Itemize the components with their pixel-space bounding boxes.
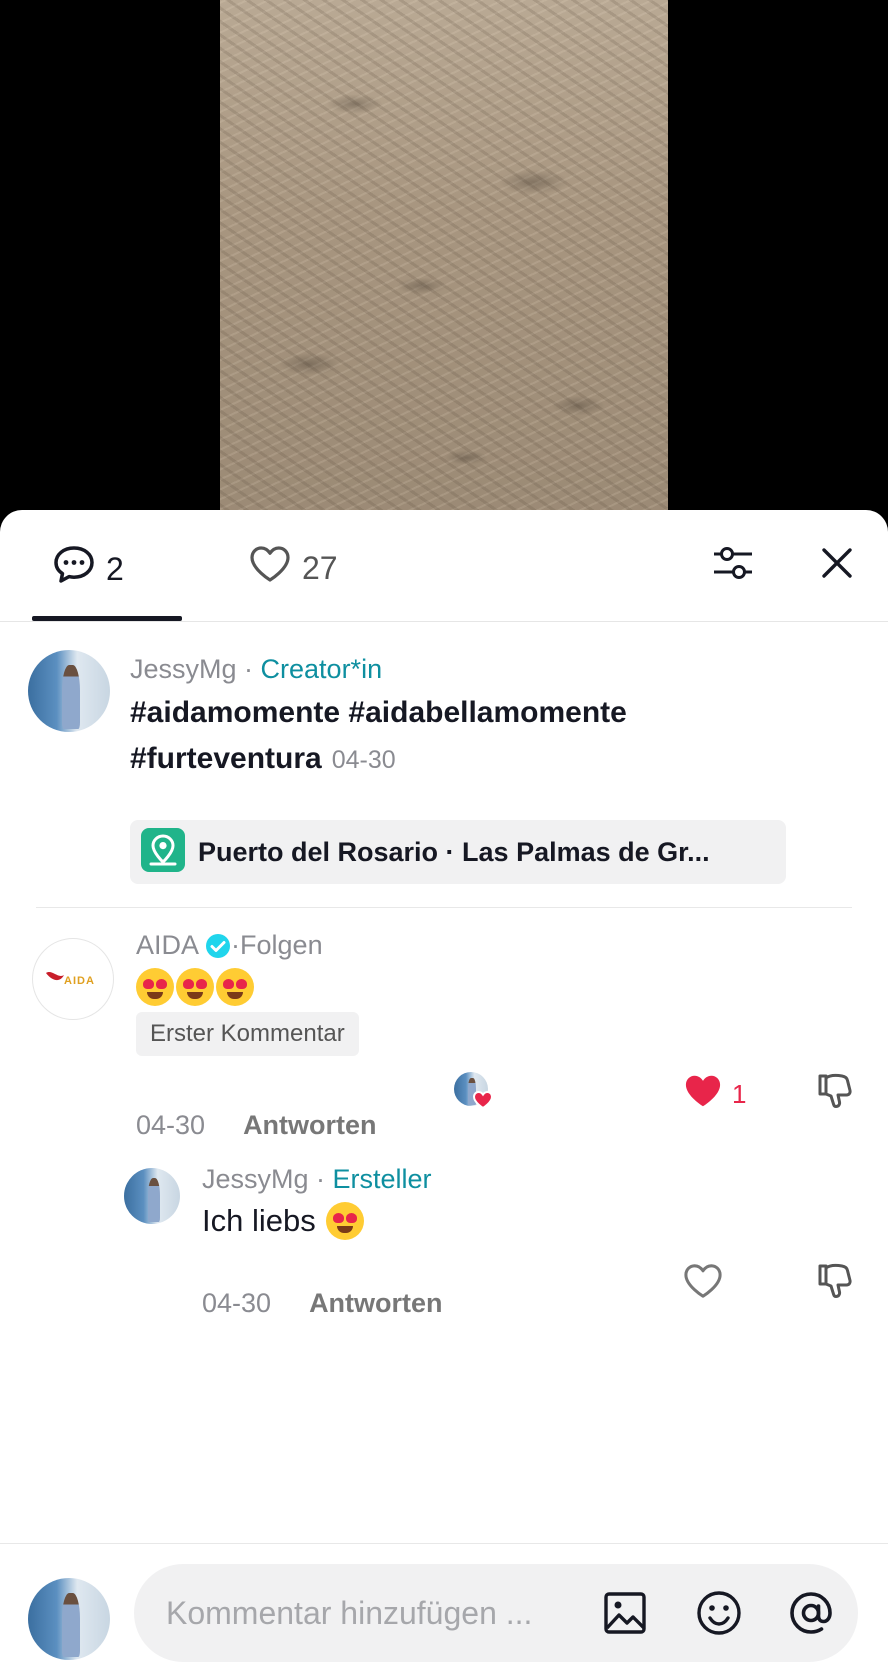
meta-separator: · bbox=[236, 654, 261, 684]
creator-liked-indicator bbox=[454, 1072, 494, 1112]
meta-separator: · bbox=[308, 1164, 333, 1194]
emoji-picker-button[interactable] bbox=[694, 1588, 744, 1638]
at-sign-icon bbox=[790, 1592, 832, 1634]
smiley-icon bbox=[697, 1591, 741, 1635]
sliders-icon bbox=[714, 547, 752, 579]
comment-input-pill bbox=[134, 1564, 858, 1662]
follow-button[interactable]: Folgen bbox=[240, 930, 323, 961]
tab-likes[interactable]: 27 bbox=[248, 544, 338, 592]
heart-outline-icon bbox=[248, 544, 292, 592]
image-picker-button[interactable] bbox=[600, 1588, 650, 1638]
comment-bubble-icon bbox=[52, 544, 96, 594]
creator-role-label: Creator*in bbox=[260, 654, 383, 684]
sheet-tabs: 2 27 bbox=[0, 510, 888, 622]
aida-like-button[interactable]: 1 bbox=[682, 1072, 746, 1117]
reply-author[interactable]: JessyMg bbox=[202, 1164, 309, 1194]
heart-outline-icon bbox=[684, 1264, 722, 1298]
caption-divider bbox=[36, 907, 852, 908]
heart-eyes-emoji bbox=[136, 968, 174, 1006]
comment-date: 04-30 bbox=[136, 1110, 206, 1140]
location-chip[interactable]: Puerto del Rosario · Las Palmas de Gr... bbox=[130, 820, 786, 884]
current-user-avatar[interactable] bbox=[28, 1578, 110, 1660]
aida-avatar[interactable]: AIDA bbox=[32, 938, 114, 1020]
heart-mini-icon bbox=[472, 1090, 494, 1115]
dislike-button[interactable] bbox=[814, 1070, 856, 1117]
mention-button[interactable] bbox=[786, 1588, 836, 1638]
reply-button[interactable]: Antworten bbox=[309, 1288, 442, 1319]
heart-eyes-emoji bbox=[325, 1202, 364, 1240]
dislike-button[interactable] bbox=[814, 1260, 856, 1307]
video-frame-sand bbox=[220, 0, 668, 520]
likes-count: 27 bbox=[302, 549, 338, 586]
comments-count: 2 bbox=[106, 550, 124, 587]
author-role-label: Ersteller bbox=[332, 1164, 432, 1194]
comment-input[interactable] bbox=[166, 1594, 576, 1632]
heart-eyes-emoji bbox=[216, 968, 254, 1006]
reply-button[interactable]: Antworten bbox=[243, 1110, 376, 1141]
aida-comment-actions: 04-30 Antworten bbox=[136, 1110, 377, 1141]
first-comment-badge: Erster Kommentar bbox=[136, 1012, 359, 1056]
aida-logo: AIDA bbox=[42, 965, 104, 994]
thumbs-down-icon bbox=[818, 1073, 852, 1108]
aida-logo-text: AIDA bbox=[64, 975, 95, 987]
reply-text: Ich liebs bbox=[202, 1202, 364, 1240]
location-label: Puerto del Rosario · Las Palmas de Gr... bbox=[198, 836, 710, 867]
image-icon bbox=[604, 1592, 646, 1634]
location-pin-icon bbox=[140, 827, 186, 878]
aida-author[interactable]: AIDA bbox=[136, 930, 199, 961]
aida-comment-emojis bbox=[136, 968, 254, 1006]
heart-filled-icon bbox=[682, 1072, 724, 1117]
caption-author[interactable]: JessyMg bbox=[130, 654, 237, 684]
video-player[interactable] bbox=[0, 0, 888, 540]
reply-meta: JessyMg · Ersteller bbox=[202, 1164, 432, 1195]
filter-button[interactable] bbox=[710, 540, 756, 586]
reply-actions: 04-30 Antworten bbox=[202, 1288, 443, 1319]
heart-eyes-emoji bbox=[176, 968, 214, 1006]
like-count: 1 bbox=[732, 1079, 747, 1109]
close-button[interactable] bbox=[814, 540, 860, 586]
verified-badge-icon bbox=[205, 933, 231, 959]
creator-avatar[interactable] bbox=[28, 650, 110, 732]
comment-sheet: 2 27 JessyMg · Creator*in #aidamomente #… bbox=[0, 510, 888, 1668]
close-icon bbox=[822, 548, 852, 578]
caption-date: 04-30 bbox=[331, 746, 396, 774]
meta-separator: · bbox=[231, 930, 241, 960]
comment-date: 04-30 bbox=[202, 1288, 272, 1318]
reply-body: Ich liebs bbox=[202, 1203, 316, 1238]
aida-comment-meta: AIDA · Folgen bbox=[136, 930, 323, 961]
comment-input-bar bbox=[0, 1543, 888, 1668]
reply-author-avatar[interactable] bbox=[124, 1168, 180, 1224]
caption-text: #aidamomente #aidabellamomente #furteven… bbox=[130, 690, 850, 783]
caption-meta: JessyMg · Creator*in bbox=[130, 654, 382, 685]
active-tab-indicator bbox=[32, 616, 182, 621]
tab-comments[interactable]: 2 bbox=[52, 544, 124, 594]
thumbs-down-icon bbox=[818, 1263, 852, 1298]
reply-like-button[interactable] bbox=[682, 1262, 724, 1305]
